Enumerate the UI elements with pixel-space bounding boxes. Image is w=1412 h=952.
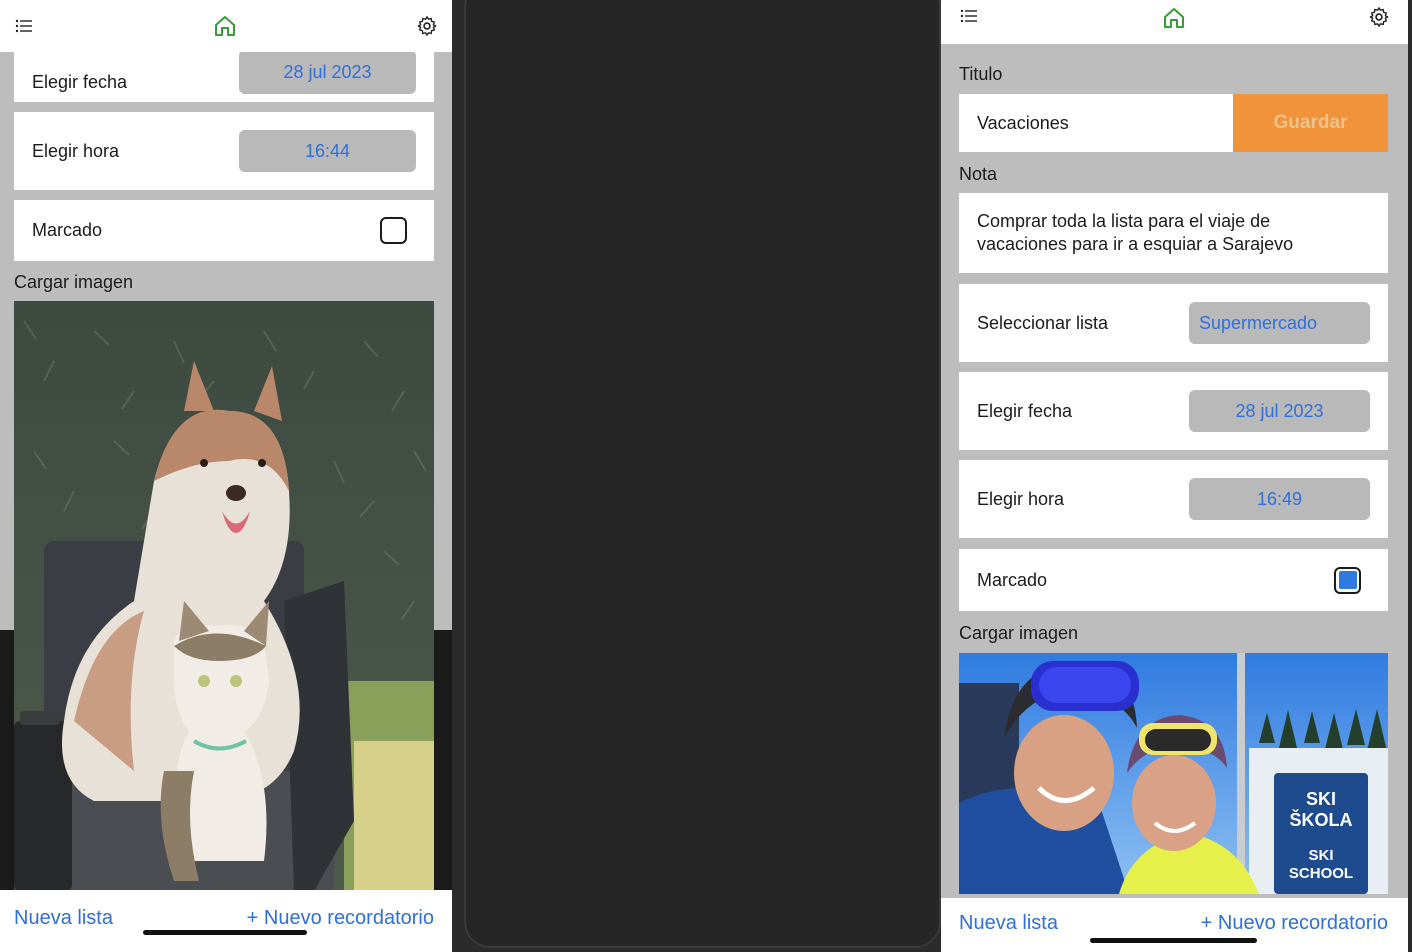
marked-row: Marcado xyxy=(959,549,1388,611)
background-strip xyxy=(0,630,14,890)
marked-checkbox[interactable] xyxy=(1334,566,1361,594)
marked-label: Marcado xyxy=(32,220,103,240)
time-row: Elegir hora 16:49 xyxy=(959,460,1388,538)
note-textarea[interactable]: Comprar toda la lista para el viaje de v… xyxy=(977,210,1307,256)
date-label: Elegir fecha xyxy=(977,400,1073,421)
time-row: Elegir hora 16:44 xyxy=(14,112,434,190)
uploaded-image[interactable]: SKI ŠKOLA SKI SCHOOL xyxy=(959,653,1388,894)
note-row: Comprar toda la lista para el viaje de v… xyxy=(959,193,1388,273)
time-picker-button[interactable]: 16:44 xyxy=(239,130,416,172)
background-device-frame xyxy=(464,0,941,948)
date-label: Elegir fecha xyxy=(32,71,128,92)
time-label: Elegir hora xyxy=(977,488,1065,509)
uploaded-image[interactable] xyxy=(14,301,434,891)
load-image-label: Cargar imagen xyxy=(959,623,1079,643)
bottom-toolbar: Nueva lista + Nuevo recordatorio xyxy=(941,898,1408,952)
date-picker-button[interactable]: 28 jul 2023 xyxy=(239,50,416,94)
bottom-toolbar: Nueva lista + Nuevo recordatorio xyxy=(0,890,452,952)
save-button[interactable]: Guardar xyxy=(1233,94,1388,152)
gear-icon[interactable] xyxy=(1368,6,1390,28)
title-label: Titulo xyxy=(959,64,1003,84)
list-icon[interactable] xyxy=(14,16,34,36)
list-icon[interactable] xyxy=(959,6,979,26)
home-icon[interactable] xyxy=(213,14,237,38)
left-phone-screen: Elegir fecha 28 jul 2023 Elegir hora 16:… xyxy=(0,0,452,952)
list-select-button[interactable]: Supermercado xyxy=(1189,302,1370,344)
sign-text: SCHOOL xyxy=(1289,865,1353,882)
ski-selfie-photo: SKI ŠKOLA SKI SCHOOL xyxy=(959,653,1388,894)
top-navigation-bar xyxy=(0,0,452,52)
date-picker-button[interactable]: 28 jul 2023 xyxy=(1189,390,1370,432)
time-label: Elegir hora xyxy=(32,140,120,161)
home-icon[interactable] xyxy=(1162,6,1186,30)
list-select-row: Seleccionar lista Supermercado xyxy=(959,284,1388,362)
new-reminder-button[interactable]: + Nuevo recordatorio xyxy=(1201,912,1388,935)
top-navigation-bar xyxy=(941,0,1408,44)
title-row: Vacaciones Guardar xyxy=(959,94,1388,152)
new-list-button[interactable]: Nueva lista xyxy=(14,907,113,930)
note-label: Nota xyxy=(959,164,998,184)
title-input[interactable]: Vacaciones xyxy=(959,113,1069,134)
new-list-button[interactable]: Nueva lista xyxy=(959,912,1058,935)
list-select-label: Seleccionar lista xyxy=(977,312,1109,333)
home-indicator[interactable] xyxy=(143,930,307,935)
sign-text: SKI xyxy=(1308,847,1333,864)
sign-text: ŠKOLA xyxy=(1290,809,1353,830)
gear-icon[interactable] xyxy=(416,15,438,37)
sign-text: SKI xyxy=(1306,789,1336,809)
background-strip xyxy=(434,630,452,890)
new-reminder-button[interactable]: + Nuevo recordatorio xyxy=(247,907,434,930)
right-phone-screen: Titulo Vacaciones Guardar Nota Comprar t… xyxy=(941,0,1408,952)
marked-row: Marcado xyxy=(14,200,434,261)
load-image-label: Cargar imagen xyxy=(14,272,134,292)
marked-checkbox[interactable] xyxy=(380,217,407,244)
home-indicator[interactable] xyxy=(1090,938,1257,943)
marked-label: Marcado xyxy=(977,569,1048,590)
husky-cat-photo xyxy=(14,301,434,891)
time-picker-button[interactable]: 16:49 xyxy=(1189,478,1370,520)
date-row: Elegir fecha 28 jul 2023 xyxy=(959,372,1388,450)
